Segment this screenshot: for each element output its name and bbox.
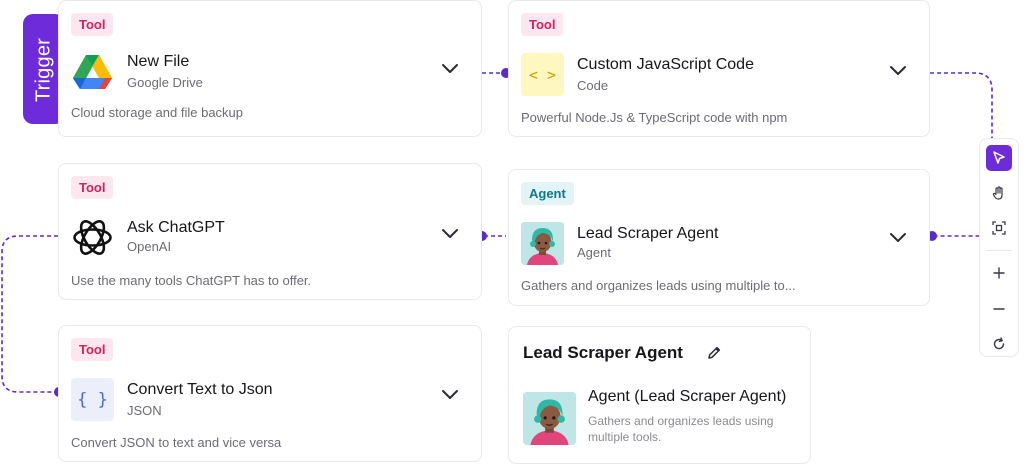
info-panel-title: Lead Scraper Agent: [523, 343, 683, 362]
zoom-out-icon: [993, 308, 1005, 310]
chevron-down-icon[interactable]: [889, 65, 907, 77]
node-card-convert-text-to-json[interactable]: Tool { } Convert Text to Json JSON Conve…: [58, 325, 482, 462]
zoom-out-button[interactable]: [986, 296, 1012, 322]
connector-chatgpt-to-json: [1, 235, 58, 393]
node-title: New File: [127, 53, 190, 70]
agent-badge: Agent: [521, 182, 574, 205]
reset-icon: [993, 337, 1005, 350]
fit-view-button[interactable]: [986, 215, 1012, 241]
agent-info-panel: Lead Scraper Agent Agent (Lead Scraper A…: [508, 326, 811, 464]
node-description: Powerful Node.Js & TypeScript code with …: [521, 110, 788, 125]
chevron-down-icon[interactable]: [441, 389, 459, 401]
agent-avatar-icon: [521, 222, 564, 265]
node-subtitle: Code: [577, 78, 609, 93]
zoom-in-button[interactable]: [986, 260, 1012, 286]
chevron-down-icon[interactable]: [889, 232, 907, 244]
json-icon: { }: [71, 378, 114, 421]
trigger-label: Trigger: [32, 37, 55, 103]
node-description: Use the many tools ChatGPT has to offer.: [71, 273, 312, 288]
agent-avatar-icon: [523, 392, 576, 445]
code-icon: < >: [521, 53, 564, 96]
toolbar-divider: [986, 250, 1012, 251]
hand-pan-icon: [992, 186, 1003, 200]
agent-name: Agent (Lead Scraper Agent): [588, 388, 787, 405]
tool-badge: Tool: [71, 176, 114, 199]
node-description: Gathers and organizes leads using multip…: [521, 278, 796, 293]
node-title: Convert Text to Json: [127, 381, 273, 398]
zoom-in-icon: [993, 267, 1005, 279]
node-subtitle: JSON: [127, 403, 162, 418]
canvas-toolbar: [979, 138, 1019, 357]
tool-badge: Tool: [521, 13, 564, 36]
workflow-canvas[interactable]: Trigger Tool New File Google Drive Cloud…: [0, 0, 1024, 464]
openai-icon: [71, 216, 114, 259]
google-drive-icon: [71, 51, 114, 94]
node-card-ask-chatgpt[interactable]: Tool Ask ChatGPT OpenAI Use the many too…: [58, 163, 482, 300]
node-card-custom-javascript-code[interactable]: Tool < > Custom JavaScript Code Code Pow…: [508, 0, 930, 137]
pencil-edit-icon[interactable]: [706, 345, 722, 361]
select-pointer-icon: [993, 151, 1005, 164]
node-title: Lead Scraper Agent: [577, 225, 719, 242]
node-description: Cloud storage and file backup: [71, 105, 244, 120]
tool-badge: Tool: [71, 338, 114, 361]
select-pointer-button[interactable]: [986, 145, 1012, 171]
node-subtitle: OpenAI: [127, 239, 172, 254]
fit-view-icon: [992, 221, 1006, 235]
node-card-lead-scraper-agent[interactable]: Agent Lead Scraper Agent Agent Gathers a…: [508, 169, 930, 306]
node-title: Ask ChatGPT: [127, 219, 225, 236]
node-card-new-file[interactable]: Tool New File Google Drive Cloud storage…: [58, 0, 482, 137]
reset-view-button[interactable]: [986, 331, 1012, 357]
chevron-down-icon[interactable]: [441, 63, 459, 75]
chevron-down-icon[interactable]: [441, 228, 459, 240]
node-subtitle: Google Drive: [127, 75, 203, 90]
node-subtitle: Agent: [577, 245, 611, 260]
tool-badge: Tool: [71, 13, 114, 36]
hand-pan-button[interactable]: [986, 180, 1012, 206]
node-title: Custom JavaScript Code: [577, 56, 754, 73]
agent-description: Gathers and organizes leads using multip…: [588, 414, 774, 444]
node-description: Convert JSON to text and vice versa: [71, 435, 282, 450]
